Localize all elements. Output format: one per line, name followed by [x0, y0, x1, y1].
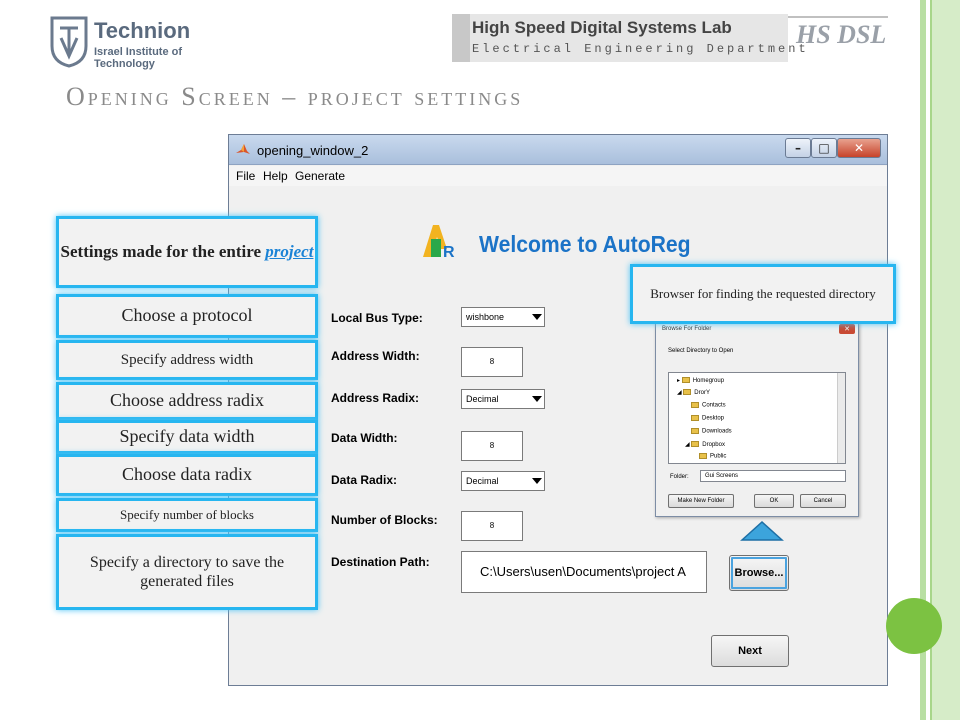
menu-generate[interactable]: Generate — [295, 169, 345, 183]
minimize-button[interactable]: – — [785, 138, 811, 158]
folder-icon — [681, 377, 690, 384]
folder-icon — [691, 428, 699, 434]
menu-help[interactable]: Help — [263, 169, 288, 183]
chevron-down-icon — [532, 314, 542, 320]
data-radix-label: Data Radix: — [331, 473, 398, 487]
dialog-close-icon[interactable]: ✕ — [839, 324, 855, 334]
tree-item[interactable]: ◢ DrorY — [677, 389, 710, 396]
callout-protocol: Choose a protocol — [56, 294, 318, 338]
close-button[interactable]: ✕ — [837, 138, 881, 158]
address-radix-select[interactable]: Decimal — [461, 389, 545, 409]
local-bus-select[interactable]: wishbone — [461, 307, 545, 327]
browse-button[interactable]: Browse... — [729, 555, 789, 591]
address-width-label: Address Width: — [331, 349, 420, 363]
data-width-label: Data Width: — [331, 431, 398, 445]
technion-name: Technion — [94, 18, 191, 43]
lab-title: High Speed Digital Systems Lab — [472, 18, 732, 37]
callout-project-settings: Settings made for the entire project — [56, 216, 318, 288]
tree-item[interactable]: Public — [699, 453, 726, 460]
tree-label: DrorY — [694, 390, 710, 396]
data-width-input[interactable]: 8 — [461, 431, 523, 461]
tree-label: Public — [710, 453, 727, 460]
window-title: opening_window_2 — [257, 143, 369, 158]
chevron-down-icon — [532, 478, 542, 484]
folder-icon — [691, 441, 700, 448]
slide-title-text: Opening Screen – project settings — [66, 82, 524, 111]
blocks-input[interactable]: 8 — [461, 511, 523, 541]
callout-address-radix: Choose address radix — [56, 382, 318, 420]
up-arrow-icon — [740, 520, 784, 541]
hsdsl-logo: High Speed Digital Systems Lab Electrica… — [452, 14, 888, 62]
tree-label: Dropbox — [702, 442, 725, 448]
technion-shield-icon — [50, 16, 88, 68]
lab-department: Electrical Engineering Department — [472, 42, 809, 56]
menu-file[interactable]: File — [236, 169, 255, 183]
welcome-heading: Welcome to AutoReg — [479, 231, 691, 257]
callout-address-width: Specify address width — [56, 340, 318, 380]
autoreg-logo-icon: R — [423, 225, 455, 261]
folder-tree[interactable]: ▸ Homegroup ◢ DrorY Contacts Desktop Dow… — [668, 372, 846, 464]
tree-item[interactable]: Downloads — [691, 428, 732, 435]
green-circle-decoration — [886, 598, 942, 654]
menu-bar: File Help Generate — [229, 166, 887, 186]
maximize-button[interactable]: □ — [811, 138, 837, 158]
callout-data-radix: Choose data radix — [56, 454, 318, 496]
folder-label: Folder: — [670, 474, 689, 480]
tree-item[interactable]: ▸ Homegroup — [677, 377, 724, 384]
browse-folder-dialog: Browse For Folder ✕ Select Directory to … — [655, 321, 859, 517]
tree-item[interactable]: Contacts — [691, 402, 726, 409]
technion-subtitle: Israel Institute of Technology — [94, 46, 183, 70]
svg-text:R: R — [443, 244, 455, 261]
blocks-label: Number of Blocks: — [331, 513, 438, 527]
address-radix-label: Address Radix: — [331, 391, 420, 405]
hsdsl-rule — [788, 16, 888, 18]
address-width-input[interactable]: 8 — [461, 347, 523, 377]
folder-icon — [683, 389, 692, 396]
folder-icon — [699, 453, 707, 459]
destination-path-input[interactable]: C:\Users\usen\Documents\project A — [461, 551, 707, 593]
tree-label: Desktop — [702, 415, 725, 422]
folder-input[interactable]: Gui Screens — [700, 470, 846, 482]
callout-blocks: Specify number of blocks — [56, 498, 318, 532]
ok-button[interactable]: OK — [754, 494, 794, 508]
technion-logo: Technion Israel Institute of Technology — [50, 14, 210, 74]
tree-label: Downloads — [702, 428, 732, 435]
slide-title: Opening Screen – project settings — [66, 82, 523, 112]
data-radix-select[interactable]: Decimal — [461, 471, 545, 491]
tree-item[interactable]: ◢ Dropbox — [685, 441, 725, 448]
dialog-instruction: Select Directory to Open — [668, 348, 734, 354]
tree-scrollbar[interactable] — [837, 373, 845, 463]
folder-icon — [691, 415, 699, 421]
local-bus-value: wishbone — [466, 312, 505, 322]
matlab-icon — [236, 144, 250, 154]
destination-path-label: Destination Path: — [331, 555, 430, 569]
tree-label: Homegroup — [692, 378, 725, 384]
lab-logo-text: HS DSL — [796, 20, 887, 49]
callout-project-settings-text: Settings made for the entire project — [61, 242, 314, 262]
data-radix-value: Decimal — [466, 476, 499, 486]
chevron-down-icon — [532, 396, 542, 402]
app-window: opening_window_2 – □ ✕ File Help Generat… — [228, 134, 888, 686]
tree-label: Contacts — [702, 402, 726, 409]
callout-directory: Specify a directory to save the generate… — [56, 534, 318, 610]
tree-item[interactable]: Desktop — [691, 415, 724, 422]
folder-icon — [691, 402, 699, 408]
cancel-button[interactable]: Cancel — [800, 494, 846, 508]
dialog-title: Browse For Folder — [662, 326, 712, 332]
callout-settings-prefix: Settings made for the entire — [60, 241, 262, 261]
local-bus-label: Local Bus Type: — [331, 311, 423, 325]
project-link[interactable]: project — [265, 242, 313, 261]
next-button[interactable]: Next — [711, 635, 789, 667]
callout-browser: Browser for finding the requested direct… — [630, 264, 896, 324]
title-bar[interactable]: opening_window_2 – □ ✕ — [229, 135, 887, 165]
callout-data-width: Specify data width — [56, 420, 318, 454]
address-radix-value: Decimal — [466, 394, 499, 404]
make-new-folder-button[interactable]: Make New Folder — [668, 494, 734, 508]
